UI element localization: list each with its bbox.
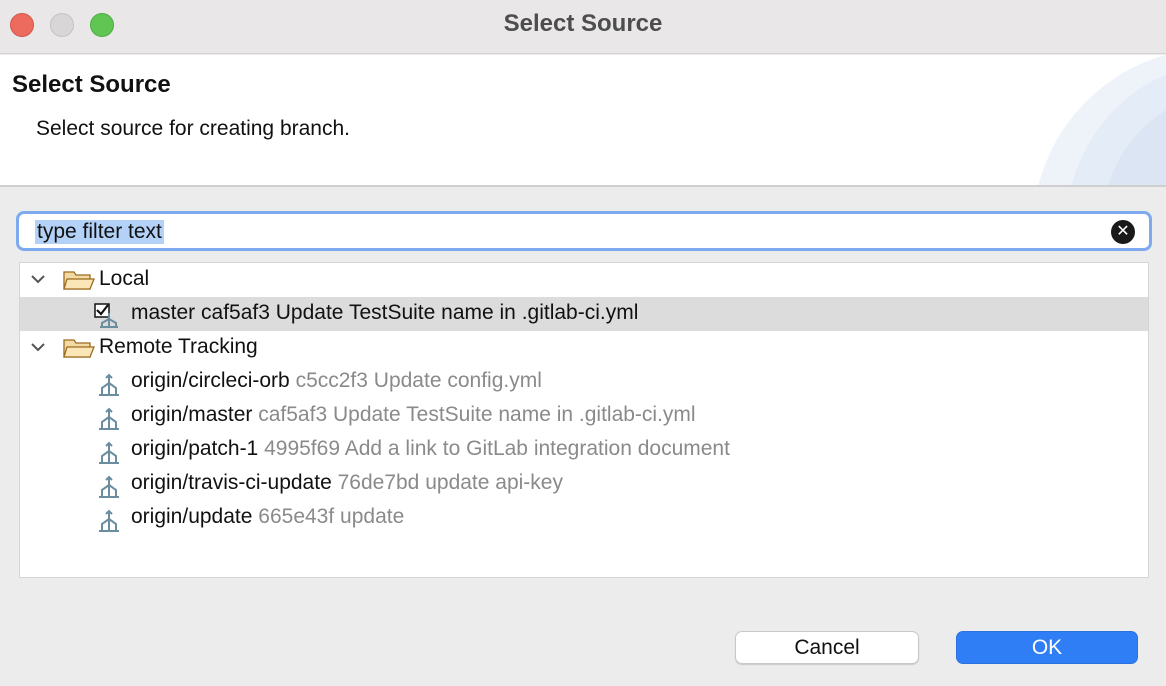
filter-input-value: type filter text — [35, 220, 164, 244]
dialog-banner: Select Source Select source for creating… — [0, 55, 1166, 187]
tree-row-label: origin/travis-ci-update 76de7bd update a… — [131, 471, 563, 494]
window-title: Select Source — [503, 10, 663, 37]
tree-row-label: master caf5af3 Update TestSuite name in … — [131, 301, 639, 324]
tree-row-label: origin/update 665e43f update — [131, 505, 405, 528]
tree-group-local[interactable]: Local — [20, 263, 1148, 297]
tree-row[interactable]: origin/travis-ci-update 76de7bd update a… — [20, 467, 1148, 501]
branch-icon — [99, 441, 119, 464]
tree-row[interactable]: origin/master caf5af3 Update TestSuite n… — [20, 399, 1148, 433]
tree-group-label: Remote Tracking — [99, 335, 258, 358]
branch-checked-out-icon — [94, 303, 118, 328]
tree-row[interactable]: origin/update 665e43f update — [20, 501, 1148, 535]
tree-row[interactable]: origin/circleci-orb c5cc2f3 Update confi… — [20, 365, 1148, 399]
banner-description: Select source for creating branch. — [36, 117, 350, 140]
tree-row[interactable]: master caf5af3 Update TestSuite name in … — [20, 297, 1148, 331]
tree-row[interactable]: origin/patch-1 4995f69 Add a link to Git… — [20, 433, 1148, 467]
chevron-down-icon[interactable] — [30, 271, 46, 287]
banner-title: Select Source — [12, 71, 171, 98]
clear-filter-icon[interactable]: ✕ — [1111, 220, 1135, 244]
tree-row-label: origin/circleci-orb c5cc2f3 Update confi… — [131, 369, 542, 392]
banner-decoration — [1038, 55, 1166, 185]
ok-button[interactable]: OK — [956, 631, 1138, 664]
filter-input[interactable]: type filter text ✕ — [16, 211, 1152, 251]
folder-open-icon — [63, 339, 95, 358]
chevron-down-icon[interactable] — [30, 339, 46, 355]
tree-row-label: origin/patch-1 4995f69 Add a link to Git… — [131, 437, 730, 460]
folder-open-icon — [63, 271, 95, 290]
branch-icon — [99, 407, 119, 430]
title-bar: Select Source — [0, 0, 1166, 54]
tree-group-label: Local — [99, 267, 150, 290]
branch-icon — [99, 475, 119, 498]
cancel-button[interactable]: Cancel — [735, 631, 919, 664]
branch-icon — [99, 509, 119, 532]
branch-icon — [99, 373, 119, 396]
source-tree[interactable]: Local master caf5af3 Update TestSuite na… — [19, 262, 1149, 578]
tree-row-label: origin/master caf5af3 Update TestSuite n… — [131, 403, 696, 426]
tree-group-remote-tracking[interactable]: Remote Tracking — [20, 331, 1148, 365]
select-source-dialog: Select Source Select Source Select sourc… — [0, 0, 1166, 686]
